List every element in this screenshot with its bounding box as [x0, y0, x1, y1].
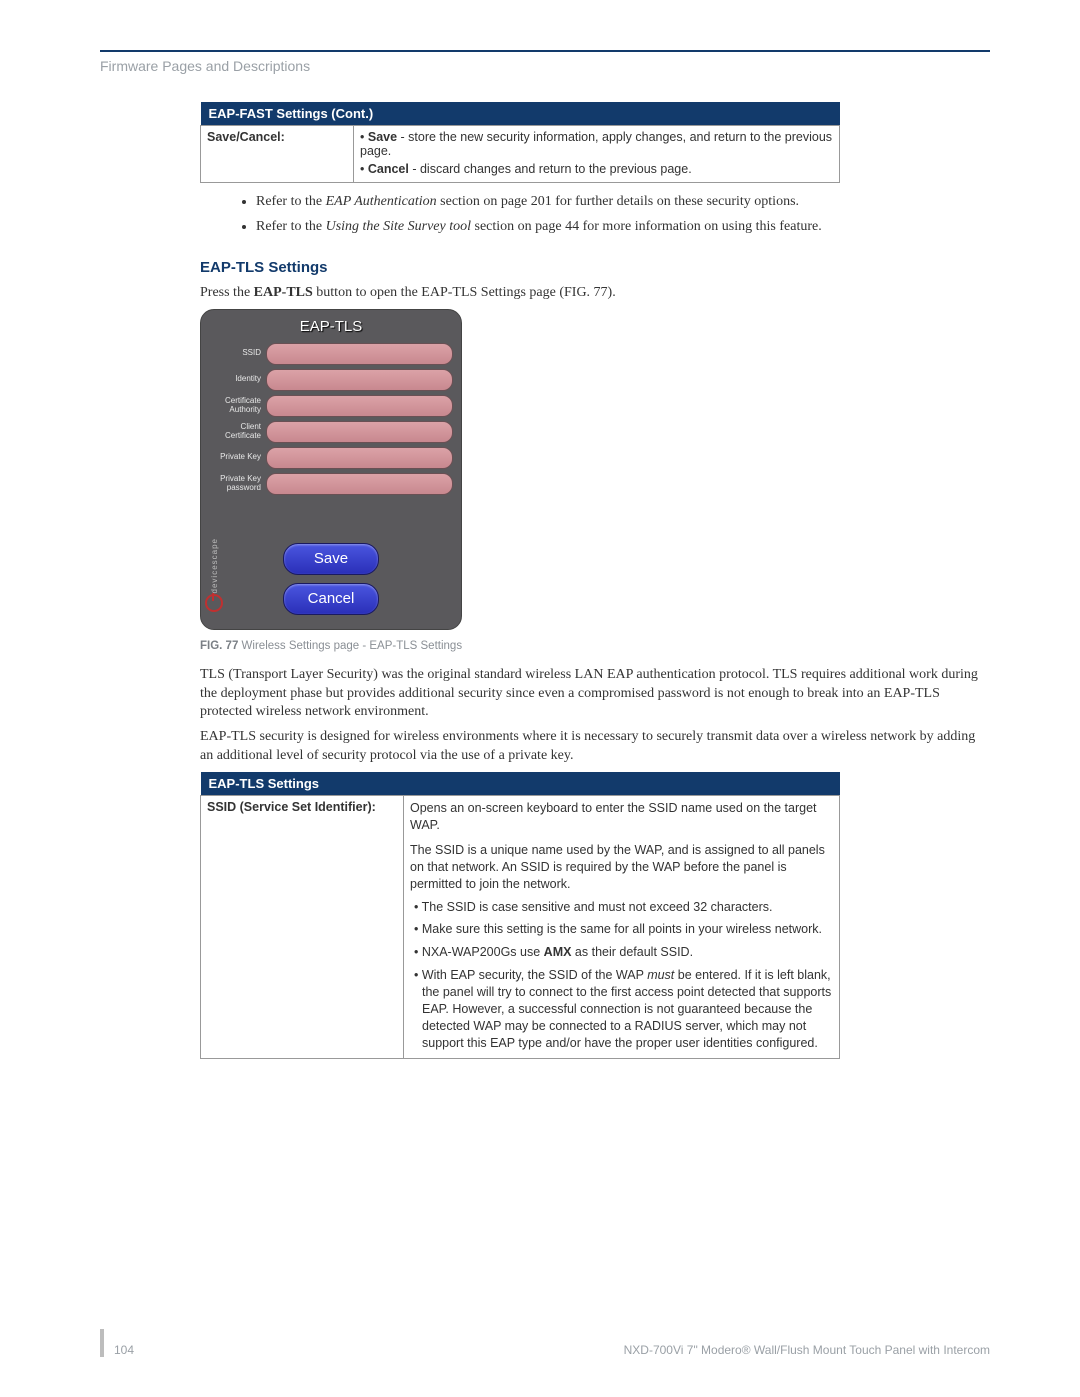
- field-label-pk-password: Private Key password: [209, 475, 266, 493]
- section-heading-eap-tls: EAP-TLS Settings: [200, 259, 990, 276]
- reference-list: Refer to the EAP Authentication section …: [200, 193, 990, 237]
- page-number: 104: [114, 1343, 134, 1357]
- save-text: - store the new security information, ap…: [360, 130, 832, 158]
- eap-tls-panel: EAP-TLS SSID Identity Certificate Author…: [200, 309, 462, 630]
- ref-item-1: Refer to the EAP Authentication section …: [256, 193, 990, 212]
- cancel-bold: Cancel: [368, 162, 409, 176]
- eap-fast-table: EAP-FAST Settings (Cont.) Save/Cancel: •…: [200, 102, 840, 183]
- panel-side: devicescape: [207, 538, 221, 614]
- table2-row-desc: Opens an on-screen keyboard to enter the…: [404, 796, 840, 1058]
- table1-row-desc: • Save - store the new security informat…: [354, 126, 840, 183]
- table1-title: EAP-FAST Settings (Cont.): [201, 102, 840, 126]
- ca-field[interactable]: [266, 395, 453, 417]
- eap-tls-table: EAP-TLS Settings SSID (Service Set Ident…: [200, 772, 840, 1058]
- power-icon[interactable]: [205, 594, 223, 612]
- paragraph-tls-desc: TLS (Transport Layer Security) was the o…: [200, 666, 990, 723]
- ref-item-2: Refer to the Using the Site Survey tool …: [256, 218, 990, 237]
- pk-password-field[interactable]: [266, 473, 453, 495]
- page-header: Firmware Pages and Descriptions: [100, 58, 990, 74]
- section-intro: Press the EAP-TLS button to open the EAP…: [200, 284, 990, 303]
- save-button[interactable]: Save: [283, 543, 379, 575]
- paragraph-eaptls-desc: EAP-TLS security is designed for wireles…: [200, 728, 990, 766]
- save-bold: Save: [368, 130, 397, 144]
- field-label-ssid: SSID: [209, 349, 266, 358]
- cancel-button[interactable]: Cancel: [283, 583, 379, 615]
- field-label-client-cert: Client Certificate: [209, 423, 266, 441]
- table1-row-label: Save/Cancel:: [201, 126, 354, 183]
- panel-title: EAP-TLS: [201, 310, 461, 341]
- field-label-private-key: Private Key: [209, 453, 266, 462]
- table2-title: EAP-TLS Settings: [201, 772, 840, 796]
- private-key-field[interactable]: [266, 447, 453, 469]
- client-cert-field[interactable]: [266, 421, 453, 443]
- ssid-field[interactable]: [266, 343, 453, 365]
- footer-title: NXD-700Vi 7" Modero® Wall/Flush Mount To…: [624, 1343, 990, 1357]
- table2-row-label: SSID (Service Set Identifier):: [201, 796, 404, 1058]
- page-footer: 104 NXD-700Vi 7" Modero® Wall/Flush Moun…: [100, 1329, 990, 1357]
- identity-field[interactable]: [266, 369, 453, 391]
- devicescape-text: devicescape: [210, 538, 219, 593]
- cancel-text: - discard changes and return to the prev…: [409, 162, 692, 176]
- figure-caption: FIG. 77 Wireless Settings page - EAP-TLS…: [200, 640, 990, 652]
- field-label-ca: Certificate Authority: [209, 397, 266, 415]
- field-label-identity: Identity: [209, 375, 266, 384]
